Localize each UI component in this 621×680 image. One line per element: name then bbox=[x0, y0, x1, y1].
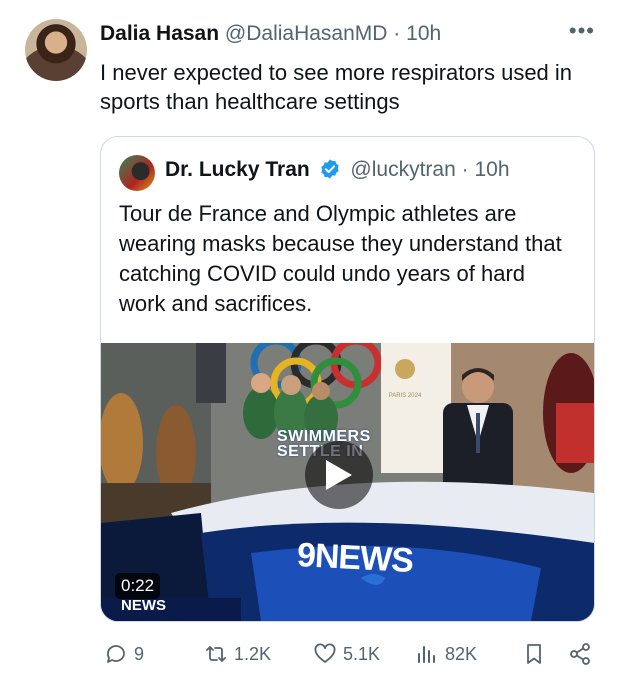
play-icon bbox=[326, 460, 352, 490]
quoted-tweet[interactable]: Dr. Lucky Tran @luckytran · 10h Tour de … bbox=[100, 136, 595, 622]
share-button[interactable] bbox=[568, 642, 592, 666]
separator-dot: · bbox=[393, 22, 401, 45]
quoted-author-handle[interactable]: @luckytran bbox=[350, 158, 455, 181]
play-button[interactable] bbox=[305, 441, 373, 509]
tweet-text: I never expected to see more respirators… bbox=[100, 60, 573, 114]
views-button[interactable]: 82K bbox=[415, 642, 477, 666]
quoted-tweet-header: Dr. Lucky Tran @luckytran · 10h bbox=[165, 158, 510, 182]
quoted-author-avatar[interactable] bbox=[119, 155, 155, 191]
bookmark-icon bbox=[527, 644, 541, 664]
tweet-time[interactable]: 10h bbox=[406, 22, 441, 45]
author-handle[interactable]: @DaliaHasanMD bbox=[225, 22, 388, 45]
reply-count: 9 bbox=[134, 643, 145, 664]
quoted-separator-dot: · bbox=[461, 158, 469, 181]
more-options-icon[interactable]: ••• bbox=[569, 18, 595, 44]
author-avatar[interactable] bbox=[25, 19, 87, 81]
video-player[interactable]: PARIS 2024 SWIMMERS SETTLE IN 9NEWS NEWS… bbox=[101, 343, 594, 621]
views-count: 82K bbox=[445, 643, 478, 664]
repost-button[interactable]: 1.2K bbox=[204, 642, 271, 666]
like-count: 5.1K bbox=[343, 643, 381, 664]
repost-icon bbox=[206, 646, 226, 662]
views-chart-icon bbox=[418, 646, 435, 663]
repost-count: 1.2K bbox=[234, 643, 272, 664]
video-caption-line1: SWIMMERS bbox=[277, 428, 371, 445]
share-icon bbox=[570, 643, 590, 665]
reply-button[interactable]: 9 bbox=[104, 642, 144, 666]
paris-2024-logo-text: PARIS 2024 bbox=[388, 393, 422, 399]
reply-icon bbox=[107, 645, 125, 663]
tweet-actions: 9 1.2K 5.1K 82K bbox=[0, 632, 621, 676]
bookmark-button[interactable] bbox=[522, 642, 546, 666]
nine-news-bug: NEWS bbox=[121, 597, 166, 614]
verified-badge-icon bbox=[320, 159, 339, 179]
quoted-tweet-time[interactable]: 10h bbox=[474, 158, 509, 181]
author-name[interactable]: Dalia Hasan bbox=[100, 22, 219, 45]
quoted-author-name[interactable]: Dr. Lucky Tran bbox=[165, 158, 310, 181]
quoted-tweet-text: Tour de France and Olympic athletes are … bbox=[119, 201, 562, 316]
video-duration: 0:22 bbox=[115, 573, 161, 599]
like-button[interactable]: 5.1K bbox=[313, 642, 380, 666]
nine-news-logo: 9NEWS bbox=[296, 535, 414, 581]
tweet-header: Dalia Hasan @DaliaHasanMD · 10h bbox=[100, 22, 441, 46]
heart-icon bbox=[314, 643, 336, 663]
